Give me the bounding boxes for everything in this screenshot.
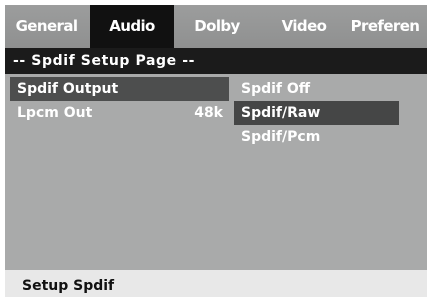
status-bar: Setup Spdif bbox=[5, 270, 427, 297]
setting-value: 48k bbox=[194, 105, 223, 121]
tab-dolby[interactable]: Dolby bbox=[177, 5, 257, 48]
tab-preferences[interactable]: Preferen bbox=[343, 5, 427, 48]
tab-bar: General Audio Dolby Video Preferen bbox=[5, 5, 427, 48]
tab-video[interactable]: Video bbox=[267, 5, 341, 48]
setting-lpcm-out[interactable]: Lpcm Out 48k bbox=[10, 101, 229, 125]
tab-general[interactable]: General bbox=[5, 5, 88, 48]
osd-screen: General Audio Dolby Video Preferen -- Sp… bbox=[5, 5, 427, 270]
option-label: Spdif/Raw bbox=[241, 105, 321, 121]
option-spdif-off[interactable]: Spdif Off bbox=[234, 77, 399, 101]
page-title: -- Spdif Setup Page -- bbox=[13, 53, 196, 69]
setting-label: Lpcm Out bbox=[17, 105, 93, 121]
setting-label: Spdif Output bbox=[17, 81, 119, 97]
setting-spdif-output[interactable]: Spdif Output bbox=[10, 77, 229, 101]
option-label: Spdif Off bbox=[241, 81, 311, 97]
option-spdif-pcm[interactable]: Spdif/Pcm bbox=[234, 125, 399, 149]
page-title-bar: -- Spdif Setup Page -- bbox=[5, 48, 427, 74]
option-label: Spdif/Pcm bbox=[241, 129, 321, 145]
tab-audio[interactable]: Audio bbox=[90, 5, 174, 48]
status-text: Setup Spdif bbox=[22, 278, 115, 294]
option-spdif-raw[interactable]: Spdif/Raw bbox=[234, 101, 399, 125]
